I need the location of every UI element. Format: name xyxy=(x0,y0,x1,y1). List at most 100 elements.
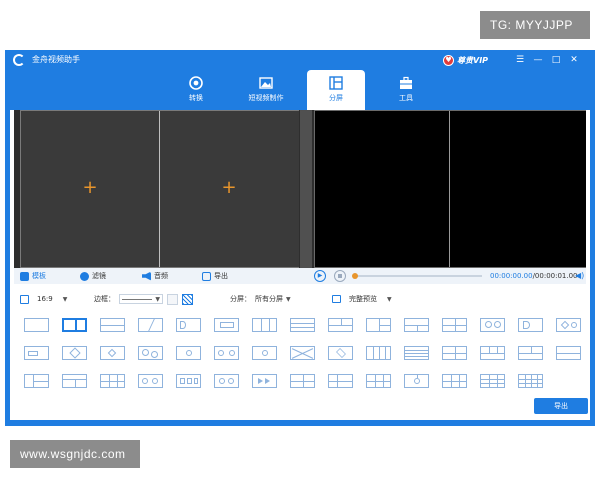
tab-convert-label: 转换 xyxy=(189,94,203,102)
border-color-button[interactable] xyxy=(167,293,178,305)
monitor-icon xyxy=(332,295,341,303)
playback-progress-track[interactable] xyxy=(352,273,482,279)
option-filter[interactable]: 滤镜 xyxy=(80,270,106,282)
app-window: 金舟视频助手 ♥ 尊贵VIP ☰ — □ ✕ 转换 短视频制作 分屏 工具 + … xyxy=(5,50,595,426)
template-thumbnail[interactable] xyxy=(518,374,543,388)
template-thumbnail[interactable] xyxy=(176,374,201,388)
template-thumbnail[interactable] xyxy=(62,346,87,360)
border-pattern-button[interactable] xyxy=(182,293,193,305)
template-thumbnail[interactable] xyxy=(366,374,391,388)
template-thumbnail[interactable] xyxy=(556,318,581,332)
template-thumbnail[interactable] xyxy=(214,346,239,360)
template-thumbnail[interactable] xyxy=(290,318,315,332)
vip-heart-icon: ♥ xyxy=(443,54,454,66)
template-thumbnail[interactable] xyxy=(24,346,49,360)
template-thumbnail[interactable] xyxy=(62,374,87,388)
template-thumbnail[interactable] xyxy=(252,346,277,360)
template-thumbnail[interactable] xyxy=(214,374,239,388)
template-thumbnail[interactable] xyxy=(214,318,239,332)
full-preview-toggle[interactable]: 完整预览 ▼ xyxy=(332,293,392,305)
option-audio[interactable]: 音频 xyxy=(142,270,168,282)
template-thumbnail[interactable] xyxy=(252,374,277,388)
template-thumbnail[interactable] xyxy=(100,346,125,360)
preview-cell-1 xyxy=(315,111,450,267)
menu-button[interactable]: ☰ xyxy=(514,53,526,67)
chevron-down-icon: ▼ xyxy=(387,295,392,303)
option-template[interactable]: 模板 xyxy=(20,270,46,282)
preview-area: + + xyxy=(14,110,586,268)
border-label: 边框： xyxy=(94,295,115,303)
main-tabs: 转换 短视频制作 分屏 工具 xyxy=(5,70,595,110)
watermark-bottom: www.wsgnjdc.com xyxy=(10,440,140,468)
export-button[interactable]: 导出 xyxy=(534,398,588,414)
template-thumbnail[interactable] xyxy=(24,374,49,388)
chevron-down-icon: ▼ xyxy=(155,295,160,303)
ratio-select[interactable]: 16:9 ▼ xyxy=(20,293,67,305)
template-thumbnail[interactable] xyxy=(328,346,353,360)
export-icon xyxy=(202,271,211,281)
stop-button[interactable] xyxy=(334,270,346,282)
border-setting: 边框： ▼ xyxy=(94,293,193,305)
template-thumbnail[interactable] xyxy=(138,346,163,360)
timecode-total: /00:00:01.00 xyxy=(532,272,578,280)
template-thumbnail[interactable] xyxy=(328,318,353,332)
template-thumbnail[interactable] xyxy=(138,318,163,332)
template-thumbnail[interactable] xyxy=(176,318,201,332)
template-thumbnail[interactable] xyxy=(404,346,429,360)
template-thumbnail[interactable] xyxy=(100,318,125,332)
timecode-current: 00:00:00.00 xyxy=(490,272,533,280)
split-layout-editor: + + xyxy=(20,110,299,268)
template-thumbnail[interactable] xyxy=(480,318,505,332)
option-export[interactable]: 导出 xyxy=(202,270,228,282)
template-thumbnail[interactable] xyxy=(290,346,315,360)
app-title: 金舟视频助手 xyxy=(32,55,80,64)
template-thumbnail[interactable] xyxy=(556,346,581,360)
template-thumbnail[interactable] xyxy=(442,346,467,360)
template-thumbnail[interactable] xyxy=(518,318,543,332)
template-thumbnail[interactable] xyxy=(24,318,49,332)
tab-tools[interactable]: 工具 xyxy=(377,70,435,108)
chevron-down-icon: ▼ xyxy=(62,295,68,303)
playback-progress-knob[interactable] xyxy=(352,273,358,279)
preview-cell-2 xyxy=(451,111,586,267)
template-thumbnail[interactable] xyxy=(480,346,505,360)
template-thumbnail[interactable] xyxy=(366,318,391,332)
template-thumbnail[interactable] xyxy=(328,374,353,388)
tab-short-video[interactable]: 短视频制作 xyxy=(237,70,295,108)
template-thumbnail[interactable] xyxy=(176,346,201,360)
border-style-select[interactable]: ▼ xyxy=(119,294,163,304)
template-thumbnail[interactable] xyxy=(518,346,543,360)
minimize-button[interactable]: — xyxy=(532,53,544,67)
play-button[interactable]: ▶ xyxy=(314,270,326,282)
template-thumbnail[interactable] xyxy=(100,374,125,388)
option-audio-label: 音频 xyxy=(154,272,168,280)
video-slot-2[interactable]: + xyxy=(160,111,299,267)
title-bar: 金舟视频助手 ♥ 尊贵VIP ☰ — □ ✕ xyxy=(5,50,595,70)
tab-split-screen[interactable]: 分屏 xyxy=(307,70,365,110)
watermark-top: TG: MYYJJPP xyxy=(480,11,590,39)
template-thumbnail[interactable] xyxy=(290,374,315,388)
maximize-button[interactable]: □ xyxy=(550,53,562,67)
full-preview-label: 完整预览 xyxy=(349,295,377,303)
add-video-plus-icon[interactable]: + xyxy=(81,179,99,197)
template-thumbnail[interactable] xyxy=(404,374,429,388)
template-thumbnail[interactable] xyxy=(480,374,505,388)
template-thumbnail[interactable] xyxy=(138,374,163,388)
tab-convert[interactable]: 转换 xyxy=(167,70,225,108)
add-video-plus-icon[interactable]: + xyxy=(220,179,238,197)
close-button[interactable]: ✕ xyxy=(568,53,580,67)
tab-short-video-label: 短视频制作 xyxy=(248,94,284,102)
border-line-preview xyxy=(122,298,152,300)
template-thumbnail-selected[interactable] xyxy=(62,318,87,332)
video-slot-1[interactable]: + xyxy=(21,111,160,267)
filter-icon xyxy=(80,271,89,281)
template-thumbnail[interactable] xyxy=(366,346,391,360)
split-select[interactable]: 所有分屏 ▼ xyxy=(255,294,291,304)
template-thumbnail[interactable] xyxy=(252,318,277,332)
template-thumbnail[interactable] xyxy=(442,374,467,388)
template-thumbnail[interactable] xyxy=(404,318,429,332)
vip-badge[interactable]: ♥ 尊贵VIP xyxy=(443,53,488,67)
tab-split-screen-label: 分屏 xyxy=(329,94,343,102)
template-thumbnail[interactable] xyxy=(442,318,467,332)
volume-icon[interactable]: ◀) xyxy=(575,271,584,280)
